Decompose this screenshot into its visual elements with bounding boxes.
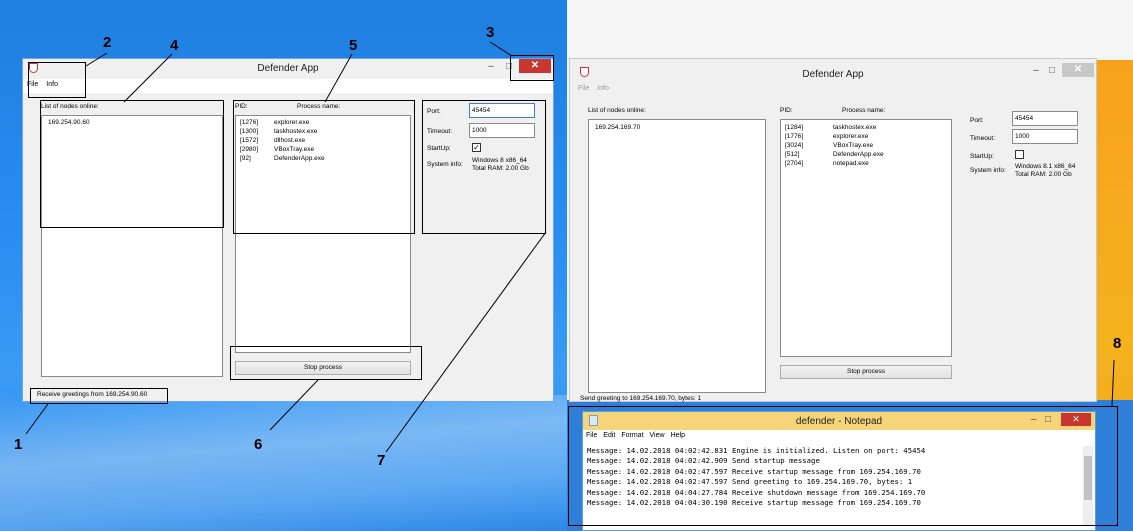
annotation-number-6: 6	[254, 436, 263, 453]
annotation-leader-lines	[25, 41, 1115, 453]
annotation-number-7: 7	[377, 452, 386, 469]
annotation-number-2: 2	[103, 34, 112, 51]
annotation-number-3: 3	[486, 24, 495, 41]
annotation-number-5: 5	[349, 37, 358, 54]
annotation-number-8: 8	[1113, 335, 1122, 352]
annotation-number-4: 4	[170, 37, 179, 54]
annotation-number-1: 1	[14, 436, 23, 453]
